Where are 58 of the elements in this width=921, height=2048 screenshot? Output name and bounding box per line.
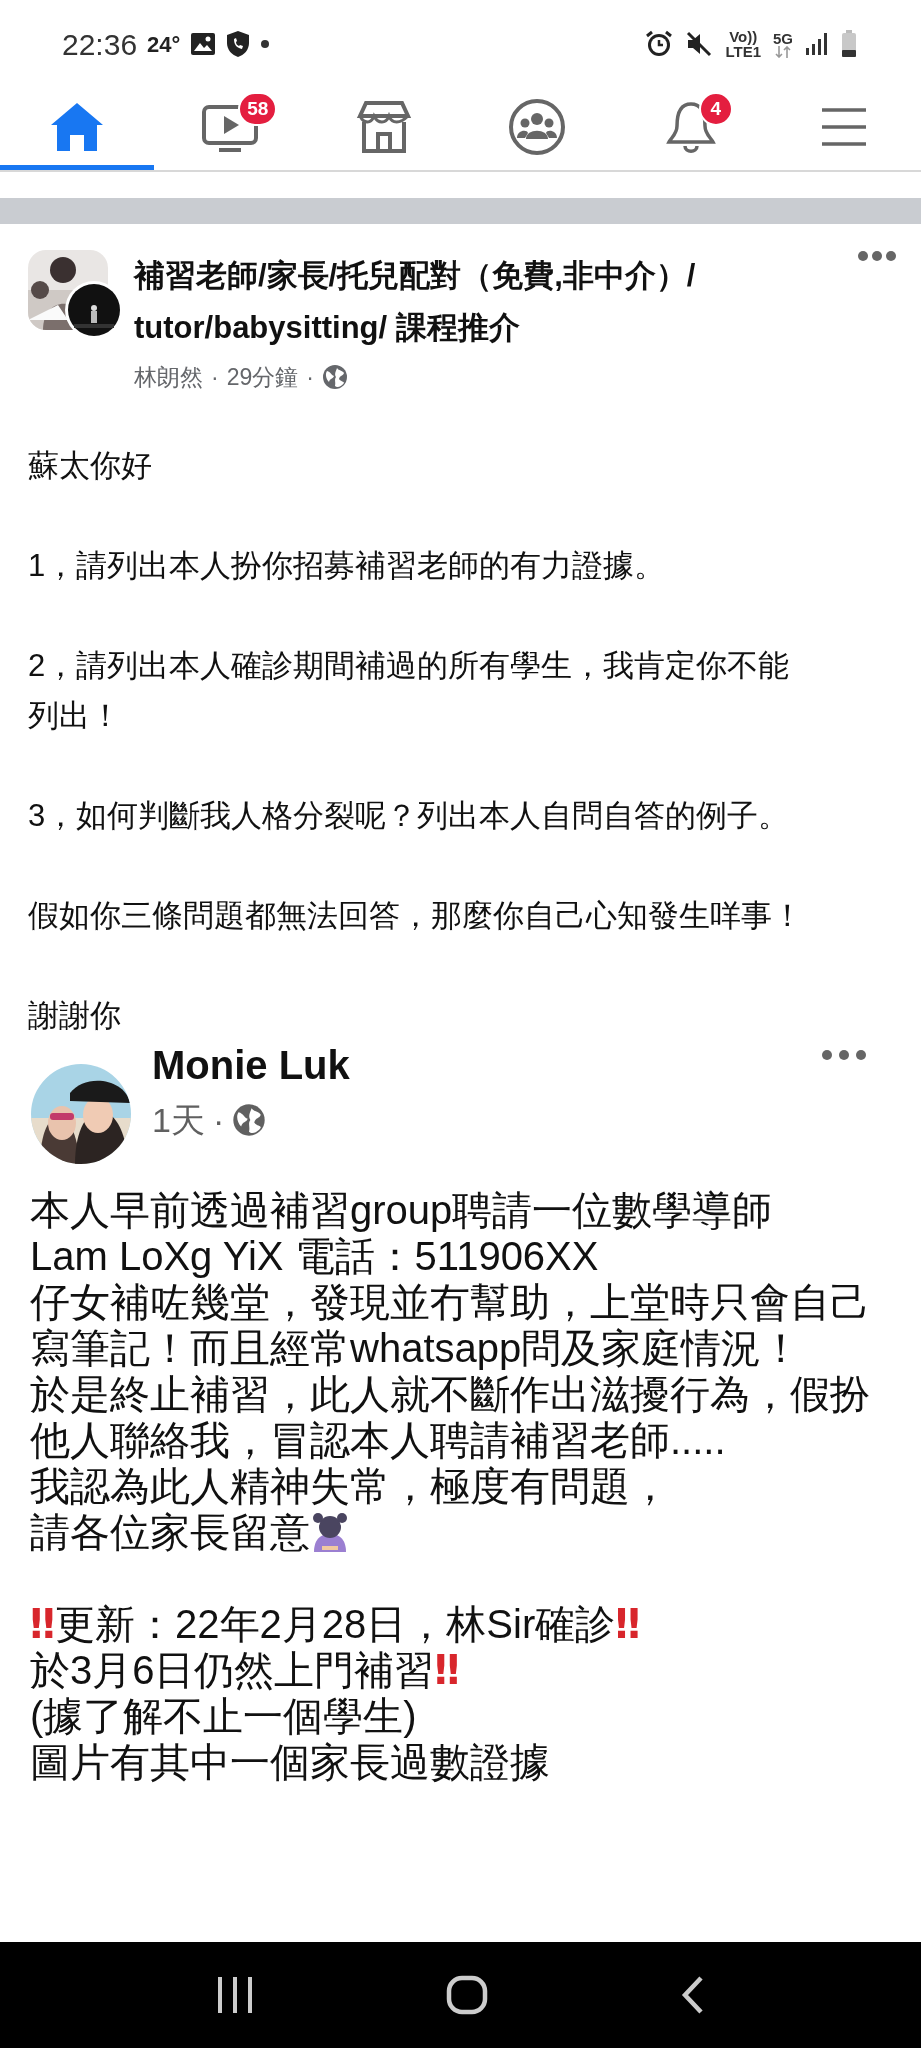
- more-icon[interactable]: [857, 250, 897, 262]
- nav-tab[interactable]: 58: [153, 84, 307, 170]
- globe-icon: [232, 1103, 267, 1137]
- temperature: 24°: [147, 30, 181, 59]
- clock: 22:36: [62, 26, 138, 63]
- post-text: 1，請列出本人扮你招募補習老師的有力證據。: [28, 546, 667, 585]
- double-exclamation: ‼: [434, 1645, 460, 1695]
- post-text: 2，請列出本人確診期間補過的所有學生，我肯定你不能列出！: [28, 646, 791, 735]
- notification-badge: 4: [698, 92, 733, 126]
- battery-icon: [841, 30, 857, 58]
- text-line: 我認為此人精神失常，極度有問題，: [30, 1462, 670, 1510]
- text-line: 圖片有其中一個家長過數證據: [30, 1738, 550, 1786]
- nav-tab[interactable]: 4: [614, 84, 768, 170]
- double-exclamation: ‼: [615, 1599, 641, 1649]
- text-line: Lam LoXg YiX 電話：511906XX: [30, 1232, 599, 1280]
- text-line: 請各位家長留意: [30, 1508, 310, 1556]
- dot-icon: [260, 39, 271, 49]
- home-button-icon[interactable]: [446, 1975, 489, 2015]
- lte-label: LTE1: [725, 44, 761, 59]
- double-exclamation: ‼: [30, 1599, 56, 1649]
- group-title[interactable]: tutor/babysitting/ 課程推介: [134, 302, 857, 354]
- text-line: 於3月6日仍然上門補習: [30, 1646, 435, 1694]
- text-line: 更新：22年2月28日，林Sir確診: [55, 1600, 616, 1648]
- image-icon: [190, 32, 217, 56]
- post-text: 3，如何判斷我人格分裂呢？列出本人自問自答的例子。: [28, 796, 791, 835]
- post-text: 謝謝你: [28, 996, 122, 1035]
- post-time: 1天: [152, 1099, 205, 1141]
- text-line: 本人早前透過補習group聘請一位數學導師: [30, 1186, 773, 1234]
- text-line: 於是終止補習，此人就不斷作出滋擾行為，假扮: [30, 1370, 870, 1418]
- volte-label: Vo)): [729, 29, 758, 44]
- back-icon[interactable]: [680, 1975, 705, 2015]
- globe-icon: [321, 364, 348, 391]
- shield-phone-icon: [226, 30, 251, 58]
- post-text: 蘇太你好: [28, 446, 153, 485]
- alarm-icon: [645, 30, 674, 58]
- signal-icon: [805, 32, 829, 56]
- author-name[interactable]: 林朗然: [134, 360, 203, 395]
- text-line: 他人聯絡我，冒認本人聘請補習老師.....: [30, 1416, 726, 1464]
- mute-icon: [685, 30, 714, 58]
- separator-dot: ·: [211, 363, 219, 392]
- more-icon: [819, 1048, 869, 1061]
- separator-dot: ·: [306, 363, 314, 392]
- notification-badge: 58: [238, 92, 278, 126]
- network-label: 5G: [773, 30, 793, 46]
- text-line: 寫筆記！而且經常whatsapp問及家庭情況！: [30, 1324, 802, 1372]
- author-name: Monie Luk: [152, 1042, 350, 1087]
- shop-icon: [355, 100, 412, 154]
- text-line: (據了解不止一個學生): [30, 1692, 417, 1740]
- recent-apps-icon[interactable]: [216, 1975, 255, 2015]
- data-arrows-icon: [773, 45, 793, 58]
- separator-dot: ·: [212, 1099, 225, 1141]
- post-text: 假如你三條問題都無法回答，那麼你自己心知發生咩事！: [28, 896, 804, 935]
- groups-icon: [508, 98, 567, 156]
- bowing-person-icon: [310, 1511, 350, 1552]
- group-title[interactable]: 補習老師/家長/托兒配對（免費,非中介）/: [134, 250, 857, 302]
- text-line: 仔女補咗幾堂，發現並冇幫助，上堂時只會自己: [30, 1278, 870, 1326]
- menu-icon: [820, 107, 869, 147]
- post-time[interactable]: 29分鐘: [226, 360, 299, 395]
